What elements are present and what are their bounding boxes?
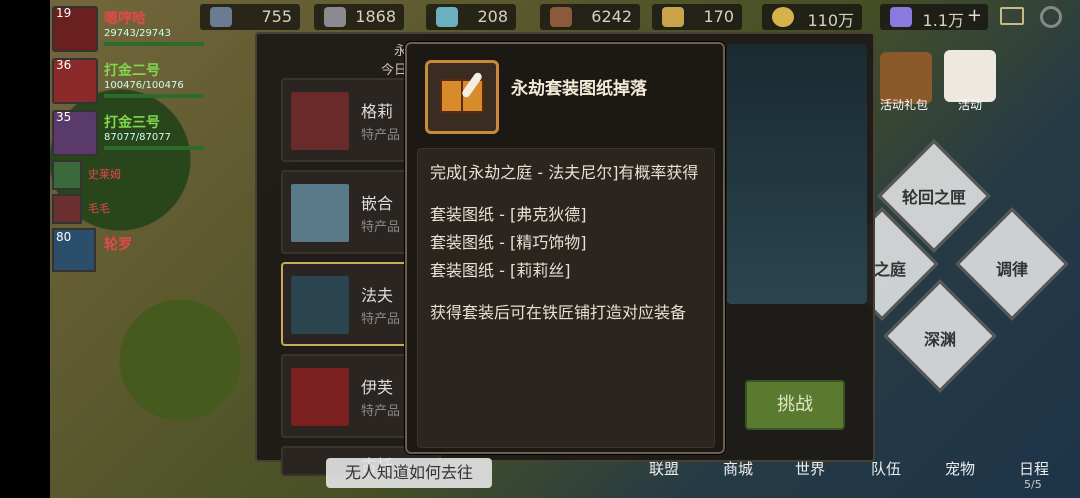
blueprint-item: 套装图纸 - [弗克狄德] <box>430 205 587 224</box>
challenge-button[interactable]: 挑战 <box>745 380 845 430</box>
boss-thumbnail <box>291 276 349 334</box>
unit-name: 毛毛 <box>88 202 110 215</box>
blueprint-book-icon <box>425 60 499 134</box>
boss-name: 格莉 <box>361 102 394 121</box>
letterbox <box>0 0 50 498</box>
level-badge: 35 <box>56 110 72 124</box>
wood-icon <box>550 7 572 27</box>
level-badge: 80 <box>56 230 72 244</box>
resource-ore: 1868 <box>314 4 404 30</box>
unit-name: 史莱姆 <box>88 168 121 181</box>
member-hp: 100476/100476 <box>104 80 184 91</box>
resource-wood: 6242 <box>540 4 640 30</box>
crystal-icon <box>436 7 458 27</box>
nav-shop[interactable]: 商城 <box>708 458 768 479</box>
member-hp: 87077/87077 <box>104 132 171 143</box>
nav-label: 商城 <box>722 460 753 478</box>
resource-wheat: 170 <box>652 4 742 30</box>
boss-subtitle: 特产品 <box>361 404 401 419</box>
plus-icon[interactable]: + <box>967 5 982 26</box>
member-name: 嗯哼哈 <box>104 11 146 27</box>
boss-thumbnail <box>291 92 349 150</box>
item-tooltip: 永劫套装图纸掉落 完成[永劫之庭 - 法夫尼尔]有概率获得 套装图纸 - [弗克… <box>405 42 725 454</box>
party-member[interactable]: 19 嗯哼哈 29743/29743 <box>52 4 212 54</box>
resource-coin: 110万 <box>762 4 862 30</box>
nav-schedule[interactable]: 日程 <box>1004 458 1064 479</box>
resource-value: 110万 <box>807 11 854 30</box>
member-name: 打金二号 <box>104 63 160 79</box>
nav-world[interactable]: 世界 <box>780 458 840 479</box>
blueprint-item: 套装图纸 - [莉莉丝] <box>430 261 571 280</box>
hp-bar <box>104 94 204 98</box>
nav-label: 世界 <box>794 460 825 478</box>
hp-bar <box>104 146 204 150</box>
avatar <box>52 160 82 190</box>
coin-icon <box>772 7 794 27</box>
tooltip-title: 永劫套装图纸掉落 <box>511 79 647 99</box>
game-screen: 755 1868 208 6242 170 110万 1.1万 + 19 嗯哼哈… <box>0 0 1080 498</box>
tooltip-footer: 获得套装后可在铁匠铺打造对应装备 <box>430 303 687 322</box>
resource-value: 1868 <box>355 7 396 26</box>
boss-thumbnail <box>291 184 349 242</box>
resource-crystal: 208 <box>426 4 516 30</box>
location-note: 无人知道如何去往 <box>326 458 492 488</box>
hp-bar <box>104 42 204 46</box>
boss-artwork <box>727 44 867 304</box>
boss-name: 法夫 <box>361 286 394 305</box>
nav-label: 联盟 <box>648 460 679 478</box>
event-label: 活动 <box>957 98 982 112</box>
resource-value: 1.1万 <box>922 11 964 30</box>
nav-label: 宠物 <box>944 460 975 478</box>
mail-icon[interactable] <box>1000 7 1024 25</box>
resource-value: 6242 <box>591 7 632 26</box>
gift-pack-label: 活动礼包 <box>879 98 928 112</box>
blueprint-item: 套装图纸 - [精巧饰物] <box>430 233 587 252</box>
diamond-icon <box>890 7 912 27</box>
boss-thumbnail <box>291 368 349 426</box>
member-name: 打金三号 <box>104 115 160 131</box>
unit-item[interactable]: 史莱姆 <box>52 160 212 192</box>
leader-unit[interactable]: 80 轮罗 <box>52 228 212 274</box>
level-badge: 36 <box>56 58 72 72</box>
nav-team[interactable]: 队伍 <box>856 458 916 479</box>
resource-value: 170 <box>703 7 734 26</box>
nav-pet[interactable]: 宠物 <box>930 458 990 479</box>
party-member[interactable]: 36 打金二号 100476/100476 <box>52 56 212 106</box>
resource-gem: 755 <box>200 4 300 30</box>
tooltip-body: 完成[永劫之庭 - 法夫尼尔]有概率获得 套装图纸 - [弗克狄德] 套装图纸 … <box>417 148 715 448</box>
level-badge: 19 <box>56 6 72 20</box>
boss-subtitle: 特产品 <box>361 220 401 235</box>
abyss-label: 深渊 <box>923 330 956 349</box>
party-panel: 19 嗯哼哈 29743/29743 36 打金二号 100476/100476… <box>52 4 212 274</box>
avatar <box>52 194 82 224</box>
nav-alliance[interactable]: 联盟 <box>634 458 694 479</box>
resource-value: 755 <box>261 7 292 26</box>
nav-label: 日程 <box>1018 460 1049 478</box>
tooltip-description: 完成[永劫之庭 - 法夫尼尔]有概率获得 <box>430 163 699 182</box>
unit-item[interactable]: 毛毛 <box>52 194 212 226</box>
party-member[interactable]: 35 打金三号 87077/87077 <box>52 108 212 158</box>
leader-name: 轮罗 <box>104 237 132 253</box>
resource-value: 208 <box>477 7 508 26</box>
nav-label: 队伍 <box>870 460 901 478</box>
boss-subtitle: 特产品 <box>361 312 401 327</box>
bottom-nav: 联盟 商城 世界 队伍 宠物 日程 <box>630 452 1080 498</box>
calendar-icon[interactable] <box>944 50 996 102</box>
resource-bar: 755 1868 208 6242 170 110万 1.1万 + <box>190 0 1080 36</box>
wheat-icon <box>662 7 684 27</box>
reincarnation-box-label: 轮回之匣 <box>901 188 966 207</box>
member-hp: 29743/29743 <box>104 28 171 39</box>
schedule-counter: 5/5 <box>1024 478 1042 491</box>
ore-icon <box>324 7 346 27</box>
tuning-label: 调律 <box>995 260 1028 279</box>
resource-diamond[interactable]: 1.1万 + <box>880 4 988 30</box>
settings-icon[interactable] <box>1040 6 1062 28</box>
boss-name: 嵌合 <box>361 194 394 213</box>
gem-icon <box>210 7 232 27</box>
boss-subtitle: 特产品 <box>361 128 401 143</box>
boss-name: 伊芙 <box>361 378 394 397</box>
